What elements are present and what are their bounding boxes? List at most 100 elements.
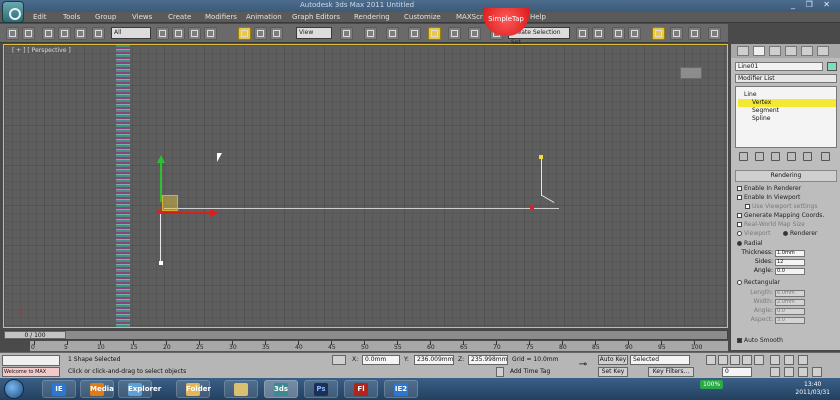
viewport-radio[interactable]: Viewport	[737, 230, 771, 238]
auto-key-button[interactable]: Auto Key	[598, 355, 628, 365]
rectangular-radio[interactable]: Rectangular	[737, 279, 780, 287]
menu-animation[interactable]: Animation	[246, 13, 282, 21]
select-manipulate-icon[interactable]	[364, 27, 377, 40]
zoom-all-icon[interactable]	[784, 355, 794, 365]
track-bar[interactable]: 0 5 10 15 20 25 30 35 40 45 50 55 60 65 70 75 80 85 90 95 10…	[30, 341, 728, 352]
schematic-view-icon[interactable]	[670, 27, 683, 40]
spline-segment[interactable]	[541, 195, 555, 203]
generate-mapping-checkbox[interactable]: Generate Mapping Coords.	[737, 212, 824, 220]
menu-customize[interactable]: Customize	[404, 13, 441, 21]
time-tag-icon[interactable]	[496, 367, 504, 377]
time-slider-thumb[interactable]: 0 / 100	[4, 331, 66, 339]
stack-item-vertex[interactable]: Vertex	[738, 99, 836, 107]
window-crossing-icon[interactable]	[204, 27, 217, 40]
configure-sets-icon[interactable]	[803, 152, 812, 161]
link-icon[interactable]	[42, 27, 55, 40]
thickness-spinner[interactable]: 1.0mm	[775, 250, 805, 257]
enable-in-viewport-checkbox[interactable]: Enable In Viewport	[737, 194, 800, 202]
object-color-swatch[interactable]	[827, 62, 837, 71]
tab-hierarchy-icon[interactable]	[769, 46, 781, 56]
gizmo-y-arrow-icon[interactable]	[157, 155, 165, 163]
auto-smooth-checkbox[interactable]: Auto Smooth	[737, 337, 783, 345]
taskbar-folder-2[interactable]	[224, 380, 258, 398]
perspective-viewport[interactable]: [ + ] [ Perspective ]	[3, 44, 728, 328]
sides-spinner[interactable]: 12	[775, 259, 805, 266]
set-key-icon[interactable]: ⊸	[574, 359, 592, 371]
taskbar-ie-2[interactable]: IE2	[384, 380, 418, 398]
taskbar-folder[interactable]: Folder	[176, 380, 211, 398]
move-icon[interactable]	[238, 27, 251, 40]
rotate-icon[interactable]	[254, 27, 267, 40]
set-key-button[interactable]: Set Key	[598, 367, 628, 377]
tab-modify-icon[interactable]	[753, 46, 765, 56]
z-coordinate-field[interactable]: 235.998mm	[468, 355, 508, 365]
object-name-field[interactable]: Line01	[735, 62, 823, 71]
play-icon[interactable]	[730, 355, 740, 365]
time-slider[interactable]: 0 / 100	[3, 330, 728, 340]
stack-item-spline[interactable]: Spline	[738, 115, 836, 123]
modifier-list-dropdown[interactable]: Modifier List	[735, 74, 837, 83]
taskbar-media[interactable]: Media	[80, 380, 114, 398]
maximize-viewport-icon[interactable]	[812, 367, 822, 377]
taskbar-ie[interactable]: IE	[42, 380, 76, 398]
gizmo-xy-plane[interactable]	[162, 195, 178, 211]
gizmo-y-axis[interactable]	[160, 162, 162, 202]
menu-rendering[interactable]: Rendering	[354, 13, 390, 21]
remove-modifier-icon[interactable]	[787, 152, 796, 161]
go-to-end-icon[interactable]	[754, 355, 764, 365]
rendering-rollout-header[interactable]: Rendering	[735, 170, 837, 182]
spline-segment[interactable]	[541, 158, 542, 196]
width-spinner[interactable]: 2.0mm	[775, 299, 805, 306]
material-editor-icon[interactable]	[688, 27, 701, 40]
taskbar-clock[interactable]: 13:40 2011/03/31	[795, 381, 830, 397]
taskbar-photoshop[interactable]: Ps	[304, 380, 338, 398]
snaps-toggle-icon[interactable]	[408, 27, 421, 40]
radial-angle-spinner[interactable]: 0.0	[775, 268, 805, 275]
renderer-radio[interactable]: Renderer	[783, 230, 817, 238]
select-icon[interactable]	[92, 27, 105, 40]
vertex-point[interactable]	[530, 205, 534, 209]
percent-snap-icon[interactable]	[448, 27, 461, 40]
y-coordinate-field[interactable]: 236.009mm	[414, 355, 454, 365]
vertex-point[interactable]	[159, 261, 163, 265]
field-of-view-icon[interactable]	[770, 367, 780, 377]
aspect-spinner[interactable]: 3.0	[775, 317, 805, 324]
tab-create-icon[interactable]	[737, 46, 749, 56]
zoom-extents-icon[interactable]	[798, 355, 808, 365]
redo-icon[interactable]	[22, 27, 35, 40]
vertex-point[interactable]	[157, 210, 161, 214]
bind-space-warp-icon[interactable]	[74, 27, 87, 40]
menu-graph-editors[interactable]: Graph Editors	[292, 13, 340, 21]
key-selection-dropdown[interactable]: Selected	[630, 355, 690, 365]
taskbar-flash[interactable]: Fl	[344, 380, 378, 398]
menu-tools[interactable]: Tools	[63, 13, 80, 21]
menu-group[interactable]: Group	[95, 13, 116, 21]
lock-selection-icon[interactable]	[332, 355, 346, 365]
rect-angle-spinner[interactable]: 0.0	[775, 308, 805, 315]
stack-item-line[interactable]: Line	[738, 91, 836, 99]
menu-modifiers[interactable]: Modifiers	[205, 13, 237, 21]
pin-stack-icon[interactable]	[739, 152, 748, 161]
vertex-point[interactable]	[539, 155, 543, 159]
previous-frame-icon[interactable]	[718, 355, 728, 365]
pan-icon[interactable]	[784, 367, 794, 377]
spinner-snap-icon[interactable]	[468, 27, 481, 40]
unlink-icon[interactable]	[58, 27, 71, 40]
real-world-map-size-checkbox[interactable]: Real-World Map Size	[737, 221, 805, 229]
tab-motion-icon[interactable]	[785, 46, 797, 56]
reference-coord-dropdown[interactable]: View	[296, 27, 332, 39]
app-logo-icon[interactable]	[2, 1, 24, 23]
window-controls[interactable]: _ ❐ ✕	[791, 0, 834, 9]
go-to-start-icon[interactable]	[706, 355, 716, 365]
zoom-icon[interactable]	[770, 355, 780, 365]
keyboard-shortcut-icon[interactable]	[386, 27, 399, 40]
radial-radio[interactable]: Radial	[737, 240, 763, 248]
taskbar-explorer[interactable]: Explorer	[118, 380, 161, 398]
viewcube-icon[interactable]	[680, 67, 702, 79]
pivot-center-icon[interactable]	[340, 27, 353, 40]
curve-editor-icon[interactable]	[652, 27, 665, 40]
render-setup-icon[interactable]	[708, 27, 721, 40]
taskbar-3dsmax[interactable]: 3ds	[264, 380, 298, 398]
length-spinner[interactable]: 6.0mm	[775, 290, 805, 297]
gizmo-x-axis[interactable]	[162, 212, 212, 214]
